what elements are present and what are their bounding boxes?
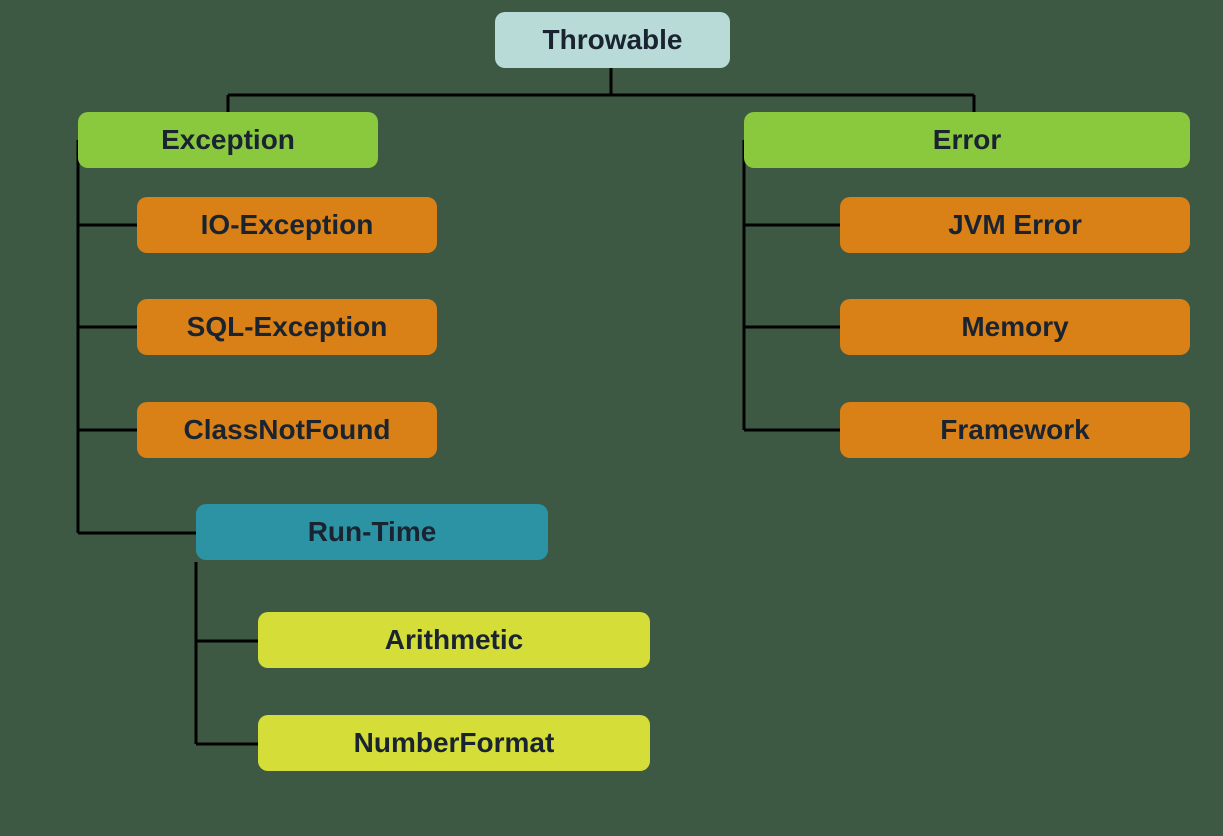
node-runtime: Run-Time (196, 504, 548, 560)
node-memory: Memory (840, 299, 1190, 355)
node-sql-exception: SQL-Exception (137, 299, 437, 355)
node-io-exception: IO-Exception (137, 197, 437, 253)
node-throwable: Throwable (495, 12, 730, 68)
node-numberformat: NumberFormat (258, 715, 650, 771)
node-framework: Framework (840, 402, 1190, 458)
node-arithmetic: Arithmetic (258, 612, 650, 668)
node-exception: Exception (78, 112, 378, 168)
node-jvm-error: JVM Error (840, 197, 1190, 253)
node-classnotfound: ClassNotFound (137, 402, 437, 458)
node-error: Error (744, 112, 1190, 168)
